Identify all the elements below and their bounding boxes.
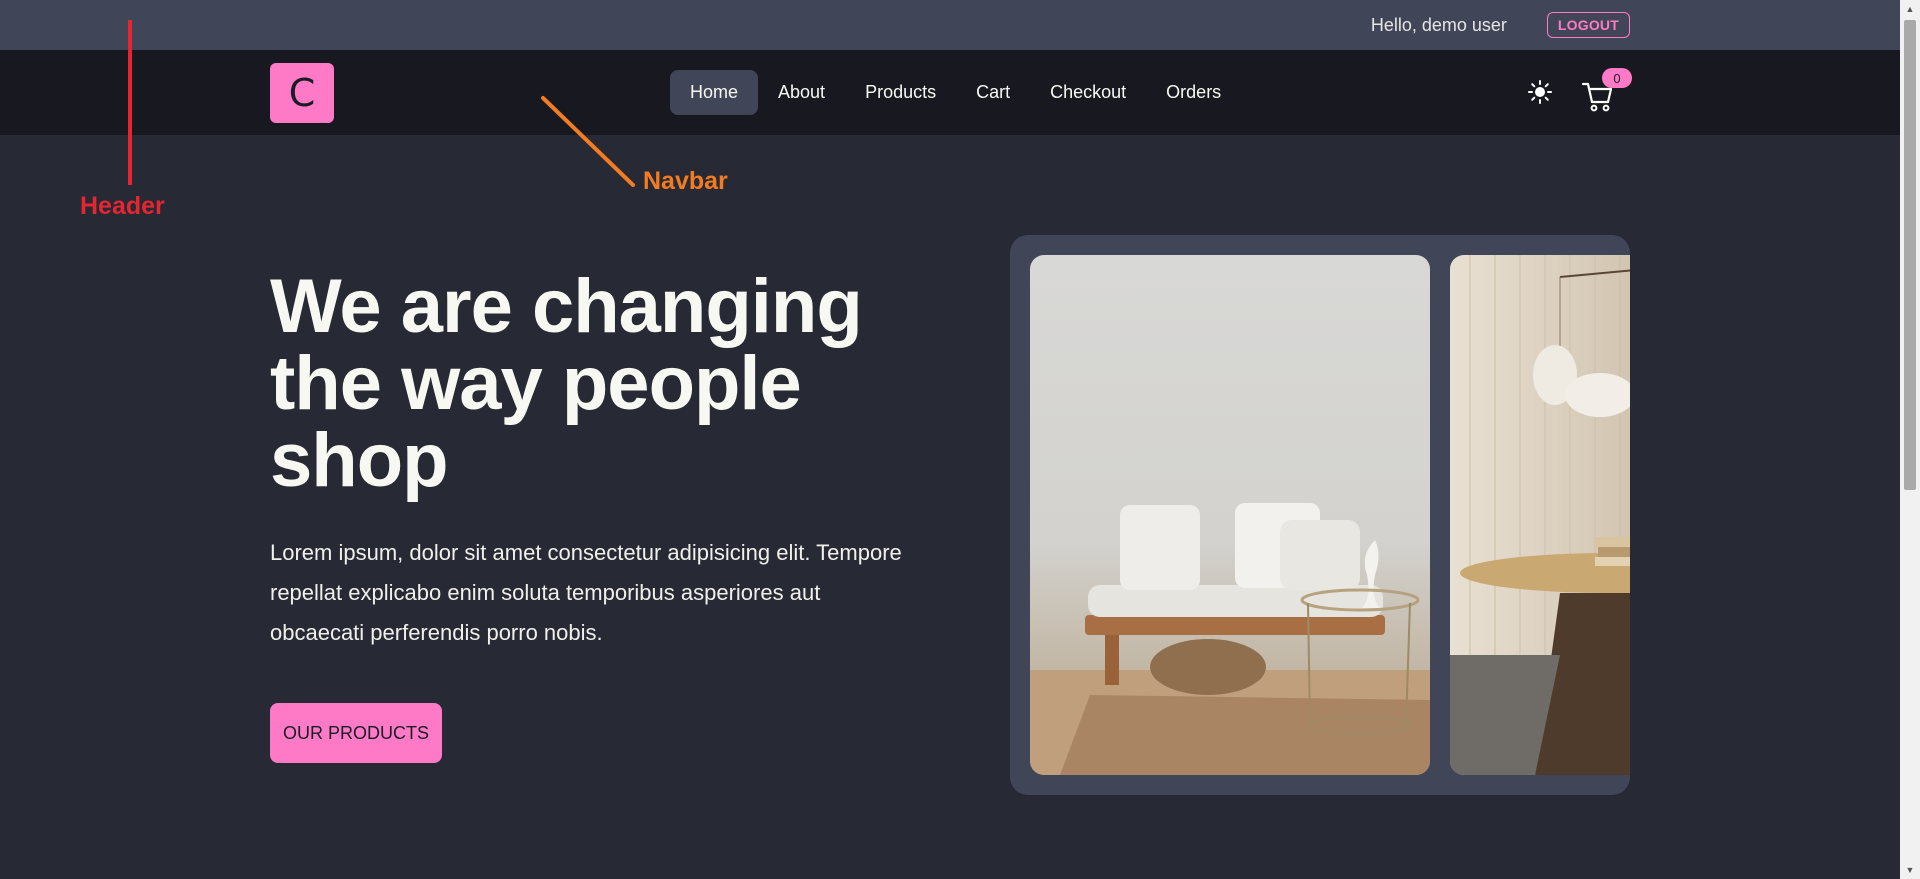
cart-count-badge: 0 — [1602, 68, 1632, 88]
hero-title: We are changing the way people shop — [270, 264, 863, 503]
header: Hello, demo user LOGOUT — [0, 0, 1900, 50]
header-annotation-line — [128, 20, 132, 185]
logout-button[interactable]: LOGOUT — [1546, 12, 1630, 38]
scroll-down-icon[interactable]: ▼ — [1900, 861, 1920, 879]
nav-link-orders[interactable]: Orders — [1146, 70, 1241, 115]
hero-description: Lorem ipsum, dolor sit amet consectetur … — [270, 540, 902, 645]
nav-link-cart[interactable]: Cart — [956, 70, 1030, 115]
header-annotation-label: Header — [80, 192, 165, 220]
image-carousel[interactable] — [1010, 235, 1630, 795]
cart-button[interactable]: 0 — [1580, 68, 1632, 112]
carousel-image-table — [1450, 255, 1630, 775]
our-products-button[interactable]: OUR PRODUCTS — [270, 703, 442, 763]
logo[interactable]: C — [270, 63, 334, 123]
carousel-image-sofa — [1030, 255, 1430, 775]
navbar: C Home About Products Cart Checkout Orde… — [0, 50, 1900, 135]
page-scrollbar[interactable]: ▲ ▼ — [1900, 0, 1920, 879]
navbar-annotation-line — [541, 96, 635, 187]
nav-link-about[interactable]: About — [758, 70, 845, 115]
nav-links: Home About Products Cart Checkout Orders — [670, 70, 1241, 115]
sun-icon[interactable] — [1525, 77, 1555, 107]
nav-link-products[interactable]: Products — [845, 70, 956, 115]
scroll-thumb[interactable] — [1904, 20, 1916, 490]
user-greeting: Hello, demo user — [1370, 14, 1507, 35]
nav-link-checkout[interactable]: Checkout — [1030, 70, 1146, 115]
navbar-annotation-label: Navbar — [643, 167, 728, 195]
scroll-up-icon[interactable]: ▲ — [1900, 0, 1920, 18]
header-user-area: Hello, demo user LOGOUT — [1371, 10, 1630, 40]
nav-link-home[interactable]: Home — [670, 70, 759, 115]
